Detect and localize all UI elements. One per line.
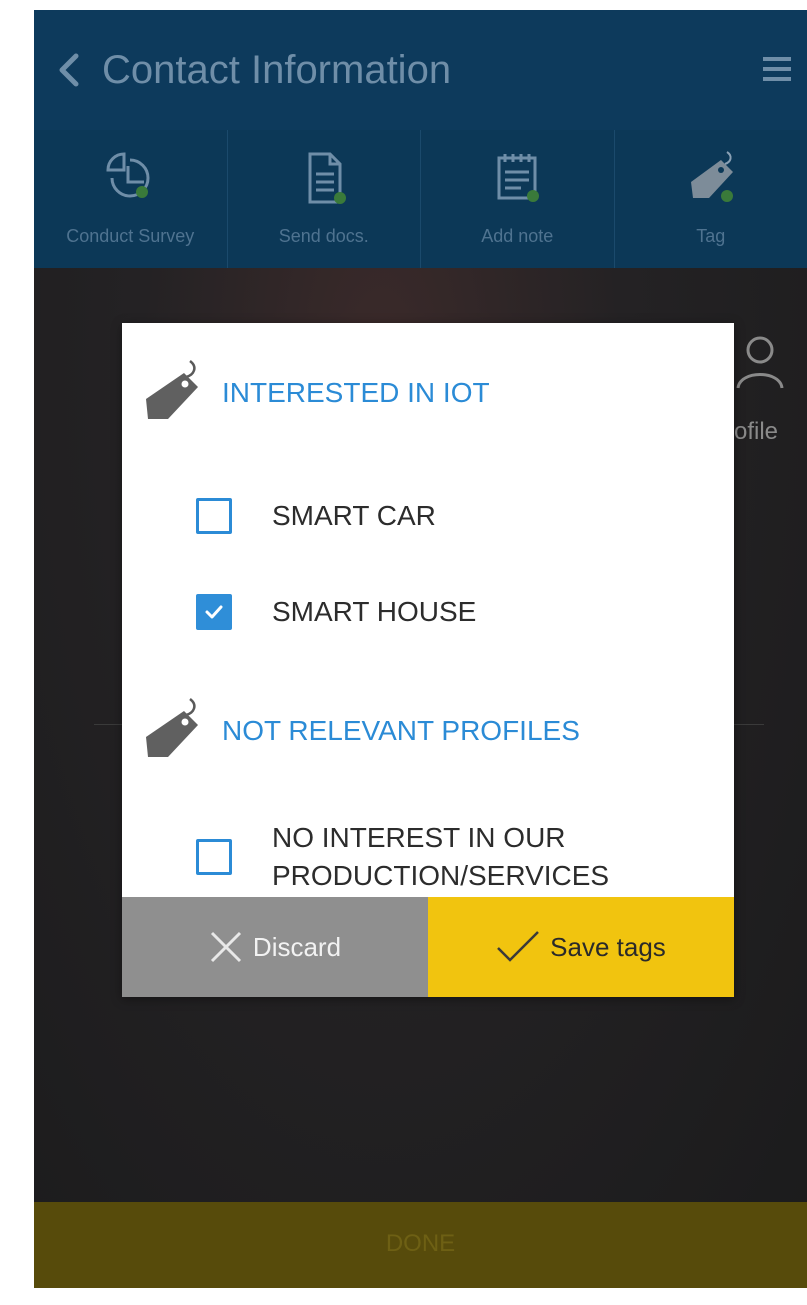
action-label: Send docs. — [278, 226, 369, 246]
group-title-not-relevant-profiles: NOT RELEVANT PROFILES — [222, 715, 580, 746]
document-icon — [308, 152, 346, 204]
option-label: NO INTEREST IN OUR PRODUCTION/SERVICES — [272, 822, 610, 891]
save-tags-label: Save tags — [550, 931, 666, 962]
survey-chart-icon — [106, 152, 150, 198]
tag-button[interactable]: Tag — [615, 130, 807, 268]
tag-icon — [146, 698, 198, 757]
discard-button[interactable]: Discard — [122, 897, 428, 997]
checkmark-icon — [205, 605, 223, 619]
tag-icon — [690, 151, 733, 202]
discard-label: Discard — [252, 931, 342, 962]
option-no-interest[interactable]: NO INTEREST IN OUR PRODUCTION/SERVICES — [196, 819, 652, 895]
option-label: SMART CAR — [272, 500, 436, 531]
smart-car-checkbox[interactable] — [196, 498, 232, 534]
chevron-left-icon[interactable] — [56, 50, 84, 90]
no-interest-checkbox[interactable] — [196, 839, 232, 875]
top-app-bar: Contact Information — [34, 10, 807, 130]
smart-house-checkbox[interactable] — [196, 594, 232, 630]
add-note-button[interactable]: Add note — [421, 130, 615, 280]
profile-label: ofile — [734, 418, 779, 445]
option-label: SMART HOUSE — [272, 596, 477, 627]
app-screen: Contact Information Conduct Survey Send … — [34, 10, 807, 1288]
done-label: DONE — [385, 1230, 456, 1257]
action-label: Conduct Survey — [66, 226, 195, 246]
save-tags-button[interactable]: Save tags — [428, 897, 734, 997]
checkmark-icon — [497, 931, 540, 962]
conduct-survey-button[interactable]: Conduct Survey — [34, 130, 228, 280]
note-icon — [497, 154, 540, 202]
tag-icon — [146, 360, 198, 419]
send-docs-button[interactable]: Send docs. — [228, 130, 421, 280]
close-icon — [210, 931, 241, 963]
hamburger-menu-icon[interactable] — [761, 54, 793, 84]
group-title-interested-in-iot: INTERESTED IN IOT — [222, 377, 490, 408]
action-toolbar: Conduct Survey Send docs. Add note Tag — [34, 130, 807, 280]
option-smart-house[interactable]: SMART HOUSE — [196, 593, 476, 631]
profile-icon — [736, 336, 784, 389]
done-button[interactable]: DONE — [34, 1202, 807, 1288]
option-smart-car[interactable]: SMART CAR — [196, 497, 436, 535]
page-title: Contact Information — [102, 48, 452, 92]
action-label: Tag — [696, 226, 726, 246]
action-label: Add note — [481, 226, 554, 246]
tag-dialog: INTERESTED IN IOT SMART CAR SMART HOUSE … — [122, 323, 734, 997]
dialog-buttons: Discard Save tags — [122, 897, 734, 997]
